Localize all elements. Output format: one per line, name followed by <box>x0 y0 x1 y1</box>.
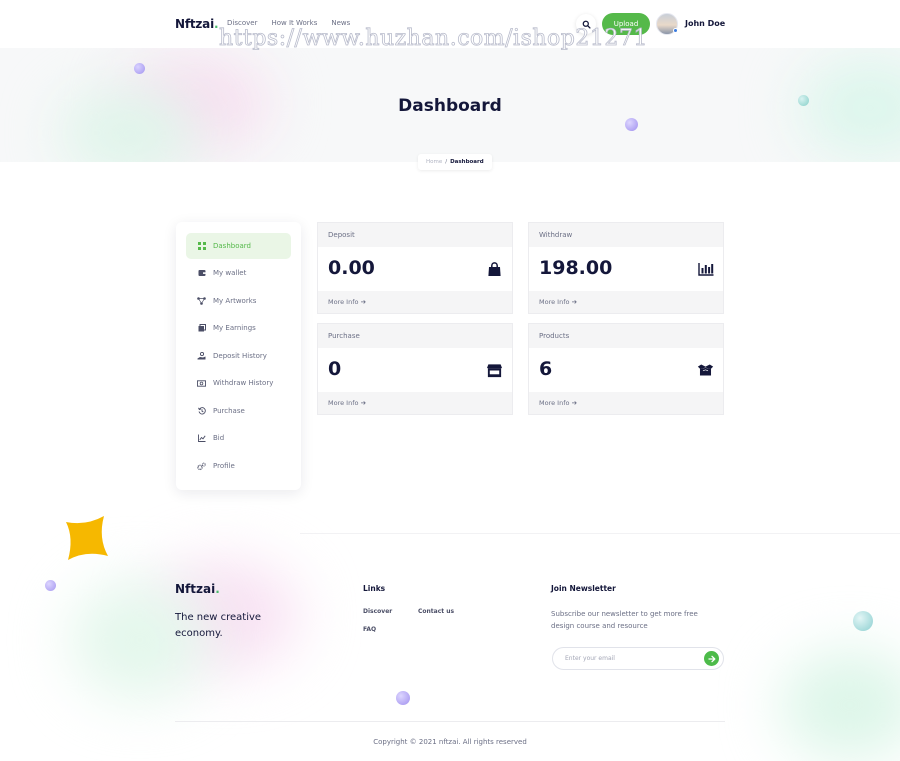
more-info-label: More Info <box>539 298 570 306</box>
gears-icon <box>197 462 206 471</box>
newsletter-description: Subscribe our newsletter to get more fre… <box>551 610 698 630</box>
footer-link-faq[interactable]: FAQ <box>363 626 376 633</box>
network-icon <box>197 297 206 306</box>
footer-divider <box>175 721 725 722</box>
card-body: 6 <box>529 348 723 392</box>
breadcrumb-current: Dashboard <box>450 159 484 165</box>
sidebar-item-label: My wallet <box>213 269 247 277</box>
history-icon <box>197 407 206 416</box>
withdraw-more-info-link[interactable]: More Info ➔ <box>539 298 577 306</box>
decor-orb <box>625 118 638 131</box>
withdraw-card: Withdraw 198.00 More Info ➔ <box>528 222 724 314</box>
more-info-label: More Info <box>328 399 359 407</box>
card-label: Purchase <box>328 332 360 340</box>
avatar[interactable] <box>656 13 678 35</box>
purchase-more-info-link[interactable]: More Info ➔ <box>328 399 366 407</box>
footer-divider-top <box>300 533 900 534</box>
sidebar-item-purchase[interactable]: Purchase <box>186 398 291 424</box>
footer-link-discover[interactable]: Discover <box>363 608 392 615</box>
purchase-value: 0 <box>328 358 342 380</box>
open-box-icon <box>697 362 714 378</box>
products-card: Products 6 More Info ➔ <box>528 323 724 415</box>
shopping-bag-icon <box>486 261 503 277</box>
arrow-right-icon: ➔ <box>360 298 367 306</box>
deposit-more-info-link[interactable]: More Info ➔ <box>328 298 366 306</box>
arrow-right-icon: ➔ <box>360 399 367 407</box>
sidebar-item-withdraw-history[interactable]: Withdraw History <box>186 370 291 396</box>
bar-chart-icon <box>697 261 714 277</box>
newsletter-submit-button[interactable] <box>704 651 719 666</box>
more-info-label: More Info <box>328 298 359 306</box>
store-icon <box>486 362 503 378</box>
decor-orb <box>45 580 56 591</box>
newsletter-heading: Join Newsletter <box>551 584 616 593</box>
sidebar-item-my-wallet[interactable]: My wallet <box>186 260 291 286</box>
decor-orb <box>134 63 145 74</box>
watermark-text: https://www.huzhan.com/ishop21271 <box>219 26 648 52</box>
grid-icon <box>197 242 206 251</box>
dashboard-sidebar: Dashboard My wallet My Artworks My Earni… <box>176 222 301 490</box>
deposit-value: 0.00 <box>328 257 375 279</box>
products-more-info-link[interactable]: More Info ➔ <box>539 399 577 407</box>
card-body: 0 <box>318 348 512 392</box>
wallet-icon <box>197 269 206 278</box>
decor-orb <box>396 691 410 705</box>
footer-logo[interactable]: Nftzai. <box>175 582 220 596</box>
more-info-label: More Info <box>539 399 570 407</box>
user-name[interactable]: John Doe <box>685 19 725 28</box>
breadcrumb: Home / Dashboard <box>418 154 492 170</box>
breadcrumb-home[interactable]: Home <box>426 159 442 165</box>
decor-orb <box>853 611 873 631</box>
online-status-dot <box>673 28 678 33</box>
sidebar-item-label: My Artworks <box>213 297 257 305</box>
chart-icon <box>197 434 206 443</box>
arrow-right-icon <box>707 655 715 662</box>
star-decoration <box>66 516 108 560</box>
deposit-card: Deposit 0.00 More Info ➔ <box>317 222 513 314</box>
footer-link-contact-us[interactable]: Contact us <box>418 608 454 615</box>
site-logo[interactable]: Nftzai. <box>175 17 219 31</box>
newsletter-email-input[interactable] <box>552 647 724 670</box>
sidebar-item-profile[interactable]: Profile <box>186 453 291 479</box>
footer-tagline: The new creative economy. <box>175 612 262 639</box>
products-value: 6 <box>539 358 553 380</box>
sidebar-item-label: Purchase <box>213 407 245 415</box>
sidebar-item-label: Profile <box>213 462 235 470</box>
sidebar-item-deposit-history[interactable]: Deposit History <box>186 343 291 369</box>
sidebar-item-bid[interactable]: Bid <box>186 425 291 451</box>
hand-coin-icon <box>197 352 206 361</box>
breadcrumb-separator: / <box>445 159 448 165</box>
sidebar-item-label: Withdraw History <box>213 379 274 387</box>
card-body: 198.00 <box>529 247 723 291</box>
sidebar-item-my-artworks[interactable]: My Artworks <box>186 288 291 314</box>
card-label: Deposit <box>328 231 355 239</box>
arrow-right-icon: ➔ <box>571 298 578 306</box>
copy-icon <box>197 324 206 333</box>
withdraw-value: 198.00 <box>539 257 613 279</box>
links-heading: Links <box>363 584 386 593</box>
card-body: 0.00 <box>318 247 512 291</box>
sidebar-item-label: Dashboard <box>213 242 251 250</box>
page-title: Dashboard <box>398 96 502 116</box>
money-icon <box>197 379 206 388</box>
card-label: Withdraw <box>539 231 573 239</box>
card-label: Products <box>539 332 570 340</box>
sidebar-item-label: Deposit History <box>213 352 267 360</box>
sidebar-item-label: My Earnings <box>213 324 256 332</box>
sidebar-item-my-earnings[interactable]: My Earnings <box>186 315 291 341</box>
arrow-right-icon: ➔ <box>571 399 578 407</box>
purchase-card: Purchase 0 More Info ➔ <box>317 323 513 415</box>
sidebar-item-dashboard[interactable]: Dashboard <box>186 233 291 259</box>
sidebar-item-label: Bid <box>213 434 225 442</box>
copyright-text: Copyright © 2021 nftzai. All rights rese… <box>373 738 527 746</box>
